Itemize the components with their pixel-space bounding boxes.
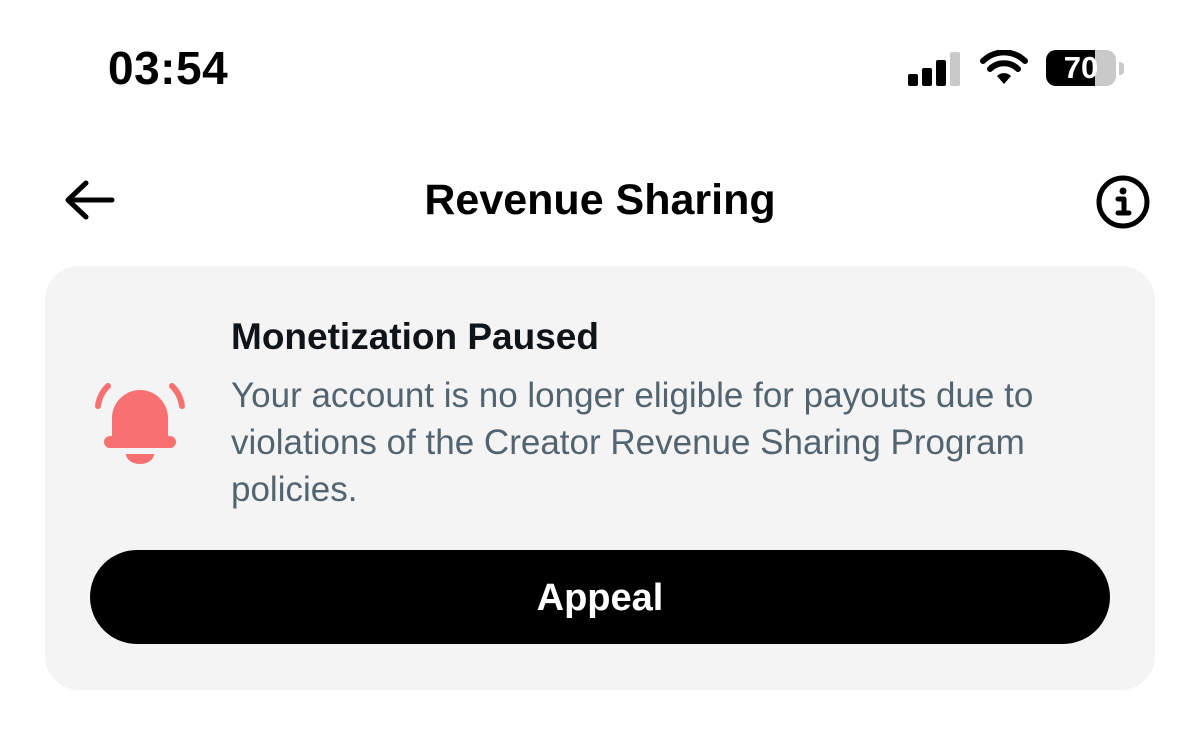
alert-card: Monetization Paused Your account is no l…: [45, 266, 1155, 690]
battery-body: 70: [1046, 50, 1116, 86]
info-icon: [1096, 175, 1150, 229]
alert-message: Your account is no longer eligible for p…: [231, 376, 1034, 509]
alert-title: Monetization Paused: [231, 316, 599, 357]
bell-icon: [95, 383, 185, 464]
info-button[interactable]: [1088, 174, 1152, 230]
battery-level: 70: [1063, 50, 1099, 85]
appeal-button[interactable]: Appeal: [90, 550, 1110, 644]
wifi-icon: [980, 50, 1028, 84]
status-bar: 03:54 70: [0, 0, 1200, 130]
status-time: 03:54: [108, 42, 229, 94]
battery-icon: 70: [1046, 50, 1126, 88]
back-button[interactable]: [56, 172, 120, 228]
signal-icon: [908, 52, 960, 86]
screen: 03:54 70 Revenue Sharing Monetization Pa…: [0, 0, 1200, 730]
battery-tip: [1119, 62, 1124, 75]
back-arrow-icon: [65, 180, 115, 220]
page-title: Revenue Sharing: [424, 176, 776, 224]
